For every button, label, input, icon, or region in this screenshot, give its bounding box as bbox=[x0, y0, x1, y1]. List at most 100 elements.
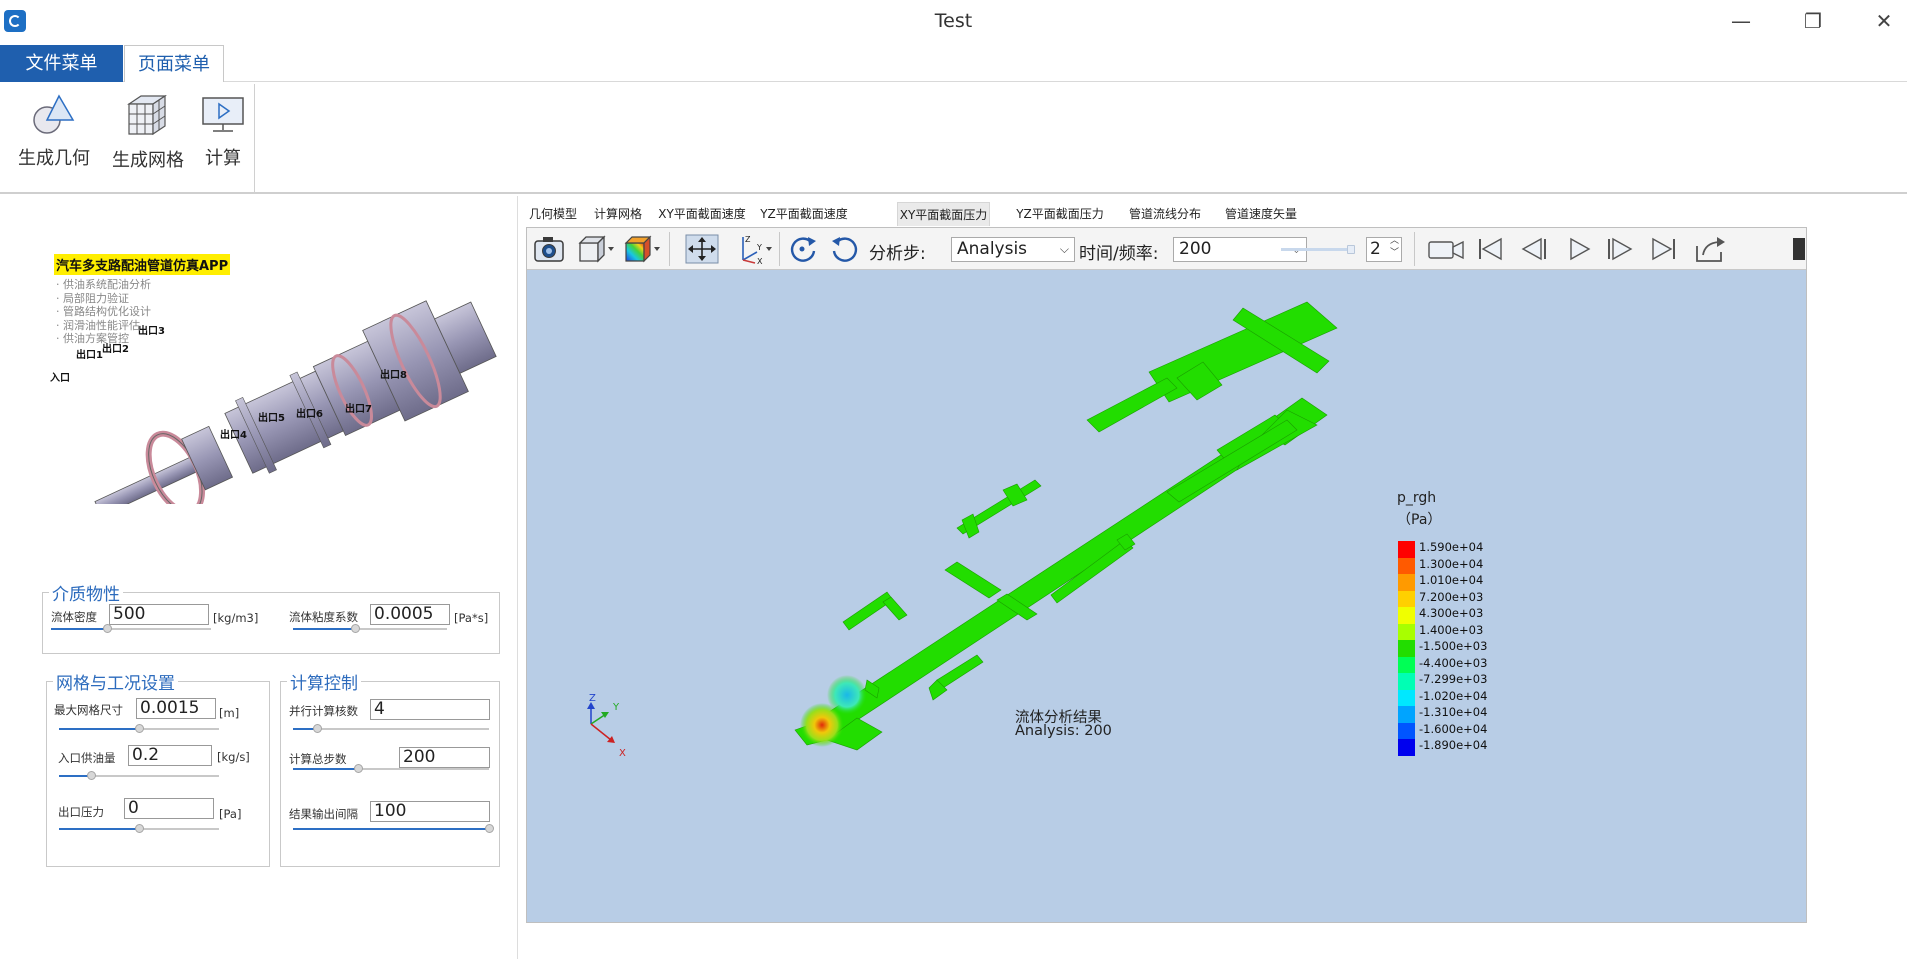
maximize-button[interactable]: ❐ bbox=[1790, 6, 1836, 36]
file-menu-tab[interactable]: 文件菜单 bbox=[0, 45, 123, 82]
tab-geometry[interactable]: 几何模型 bbox=[527, 202, 579, 226]
callout-outlet-6: 出口6 bbox=[296, 407, 323, 420]
output-interval-label: 结果输出间隔 bbox=[289, 807, 358, 821]
record-video-icon[interactable] bbox=[1427, 234, 1465, 264]
inlet-flow-slider[interactable] bbox=[59, 771, 219, 780]
compute-label: 计算 bbox=[205, 148, 241, 169]
page-menu-tab[interactable]: 页面菜单 bbox=[124, 45, 224, 82]
outlet-pressure-input[interactable]: 0 bbox=[124, 798, 214, 819]
toolbar-divider bbox=[1414, 232, 1415, 266]
output-interval-slider[interactable] bbox=[293, 824, 494, 833]
legend-swatch bbox=[1398, 656, 1415, 673]
tab-yz-velocity[interactable]: YZ平面截面速度 bbox=[759, 202, 849, 226]
mesh-conditions-group: 网格与工况设置 最大网格尺寸 0.0015 [m] 入口供油量 0.2 [kg/… bbox=[46, 669, 270, 867]
mesh-icon bbox=[127, 94, 167, 136]
play-icon[interactable] bbox=[1563, 234, 1593, 264]
inlet-flow-label: 入口供油量 bbox=[58, 751, 116, 765]
feature-item: · 润滑油性能评估 bbox=[56, 318, 140, 332]
max-mesh-slider[interactable] bbox=[59, 724, 219, 733]
chevron-down-icon: ⌵ bbox=[1059, 242, 1069, 256]
inlet-flow-unit: [kg/s] bbox=[217, 750, 250, 764]
legend-value: -1.020e+04 bbox=[1419, 688, 1488, 703]
legend-swatch bbox=[1398, 689, 1415, 706]
cube-view-icon[interactable] bbox=[577, 234, 617, 264]
tab-yz-pressure[interactable]: YZ平面截面压力 bbox=[1015, 202, 1105, 226]
rotate-cw-icon[interactable] bbox=[829, 234, 861, 264]
toolbar-divider bbox=[779, 232, 780, 266]
legend-value: 1.010e+04 bbox=[1419, 573, 1484, 587]
legend-swatch bbox=[1398, 574, 1415, 591]
left-panel: 入口 出口1 出口2 出口3 出口4 出口5 出口6 出口7 出口8 汽车多支路… bbox=[0, 196, 518, 959]
total-steps-slider[interactable] bbox=[293, 764, 489, 773]
feature-item: · 供油方案管控 bbox=[56, 332, 129, 345]
outlet-pressure-slider[interactable] bbox=[59, 824, 219, 833]
legend-swatch bbox=[1398, 607, 1415, 624]
frame-spinbox[interactable]: 2 ︿ ﹀ bbox=[1366, 236, 1402, 262]
title-bar: Test — ❐ ✕ bbox=[0, 0, 1907, 43]
cores-input[interactable]: 4 bbox=[370, 699, 490, 720]
tab-streamlines[interactable]: 管道流线分布 bbox=[1127, 202, 1203, 226]
callout-inlet: 入口 bbox=[50, 372, 70, 384]
outlet-pressure-label: 出口压力 bbox=[58, 805, 104, 819]
max-mesh-input[interactable]: 0.0015 bbox=[136, 698, 216, 719]
frame-slider[interactable] bbox=[1281, 245, 1355, 254]
minimize-button[interactable]: — bbox=[1718, 6, 1764, 36]
tab-mesh[interactable]: 计算网格 bbox=[589, 202, 647, 226]
generate-geometry-button[interactable]: 生成几何 bbox=[16, 92, 92, 170]
viscosity-input[interactable]: 0.0005 bbox=[370, 604, 450, 625]
rotate-ccw-icon[interactable] bbox=[787, 234, 819, 264]
legend-title: p_rgh bbox=[1397, 490, 1437, 506]
camera-icon[interactable] bbox=[533, 234, 565, 264]
pressure-contour-canvas[interactable]: Z Y X bbox=[527, 270, 1806, 922]
ribbon-divider bbox=[254, 84, 255, 194]
viewer-toolbar: ZYX 分析步: Analysis ⌵ 时间/频率: 200 ⌵ 2 ︿﹀ bbox=[527, 228, 1806, 270]
result-viewer[interactable]: ZYX 分析步: Analysis ⌵ 时间/频率: 200 ⌵ 2 ︿﹀ bbox=[526, 227, 1807, 923]
cores-slider[interactable] bbox=[293, 724, 489, 733]
color-map-icon[interactable] bbox=[623, 234, 663, 264]
compute-button[interactable]: 计算 bbox=[200, 92, 246, 170]
legend-value: -7.299e+03 bbox=[1419, 672, 1488, 686]
legend-swatch bbox=[1398, 739, 1415, 756]
legend-value: 1.590e+04 bbox=[1419, 540, 1484, 554]
time-frequency-label: 时间/频率: bbox=[1079, 244, 1159, 264]
output-interval-input[interactable]: 100 bbox=[370, 801, 490, 822]
axis-x-line bbox=[590, 723, 612, 741]
inlet-flow-input[interactable]: 0.2 bbox=[128, 745, 212, 766]
legend-swatch bbox=[1398, 623, 1415, 640]
first-frame-icon[interactable] bbox=[1475, 234, 1505, 264]
low-pressure-zone bbox=[827, 675, 867, 715]
feature-list: · 供油系统配油分析 · 局部阻力验证 · 管路结构优化设计 · 润滑油性能评估… bbox=[56, 278, 151, 346]
svg-text:Y: Y bbox=[756, 243, 762, 252]
legend-swatch bbox=[1398, 722, 1415, 739]
generate-geometry-label: 生成几何 bbox=[18, 148, 90, 169]
export-icon[interactable] bbox=[1693, 234, 1727, 264]
density-input[interactable]: 500 bbox=[109, 604, 209, 625]
density-slider[interactable] bbox=[51, 624, 211, 633]
viscosity-slider[interactable] bbox=[293, 624, 447, 633]
density-unit: [kg/m3] bbox=[213, 611, 259, 625]
total-steps-input[interactable]: 200 bbox=[399, 747, 490, 768]
tab-xy-pressure[interactable]: XY平面截面压力 bbox=[897, 202, 990, 226]
pan-icon[interactable] bbox=[685, 234, 719, 264]
axes-icon[interactable]: ZYX bbox=[735, 234, 775, 264]
callout-outlet-1: 出口1 bbox=[76, 348, 103, 361]
callout-outlet-4: 出口4 bbox=[220, 428, 247, 441]
toolbar-overflow-icon[interactable] bbox=[1793, 238, 1805, 260]
prev-frame-icon[interactable] bbox=[1519, 234, 1549, 264]
calc-control-title: 计算控制 bbox=[287, 669, 361, 694]
tab-velocity-vectors[interactable]: 管道速度矢量 bbox=[1223, 202, 1299, 226]
geometry-icon bbox=[33, 94, 75, 134]
close-button[interactable]: ✕ bbox=[1861, 6, 1907, 36]
media-properties-title: 介质物性 bbox=[49, 580, 123, 605]
next-frame-icon[interactable] bbox=[1605, 234, 1635, 264]
legend-value: 1.300e+04 bbox=[1419, 556, 1484, 571]
legend-value: 7.200e+03 bbox=[1419, 589, 1484, 604]
svg-text:X: X bbox=[757, 257, 763, 264]
media-properties-group: 介质物性 流体密度 500 [kg/m3] 流体粘度系数 0.0005 [Pa*… bbox=[42, 580, 500, 654]
last-frame-icon[interactable] bbox=[1649, 234, 1679, 264]
tab-xy-velocity[interactable]: XY平面截面速度 bbox=[657, 202, 747, 226]
legend-value: -1.600e+04 bbox=[1419, 721, 1488, 736]
analysis-step-select[interactable]: Analysis ⌵ bbox=[951, 237, 1075, 262]
generate-mesh-button[interactable]: 生成网格 bbox=[110, 92, 186, 172]
analysis-step-label: 分析步: bbox=[869, 244, 926, 264]
